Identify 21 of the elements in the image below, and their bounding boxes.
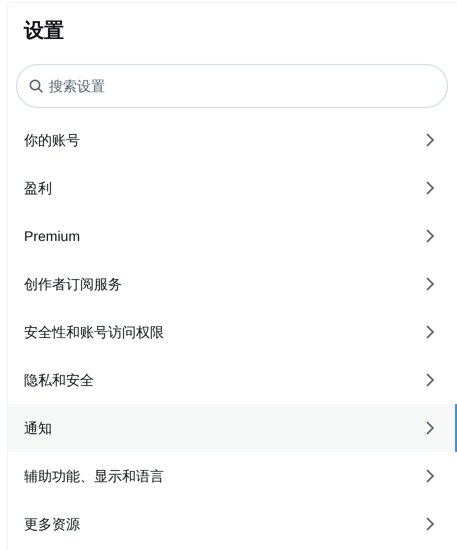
- chevron-right-icon: [425, 276, 435, 292]
- settings-item[interactable]: 辅助功能、显示和语言: [8, 452, 457, 500]
- search-icon: [28, 78, 44, 94]
- settings-item[interactable]: 通知: [8, 404, 457, 452]
- chevron-right-icon: [425, 228, 435, 244]
- chevron-right-icon: [425, 132, 435, 148]
- settings-item[interactable]: 隐私和安全: [8, 356, 457, 404]
- settings-item[interactable]: 创作者订阅服务: [8, 260, 457, 308]
- chevron-right-icon: [425, 468, 435, 484]
- chevron-right-icon: [425, 516, 435, 532]
- settings-item[interactable]: 盈利: [8, 164, 457, 212]
- page-title: 设置: [22, 19, 65, 44]
- search-field[interactable]: 搜索设置: [16, 64, 448, 108]
- chevron-right-icon: [425, 324, 435, 340]
- chevron-right-icon: [425, 180, 435, 196]
- chevron-right-icon: [425, 372, 435, 388]
- settings-item[interactable]: 更多资源: [8, 500, 457, 548]
- settings-item[interactable]: 安全性和账号访问权限: [8, 308, 457, 356]
- chevron-right-icon: [425, 420, 435, 436]
- settings-item[interactable]: Premium: [8, 212, 457, 260]
- settings-item[interactable]: 你的账号: [8, 116, 457, 164]
